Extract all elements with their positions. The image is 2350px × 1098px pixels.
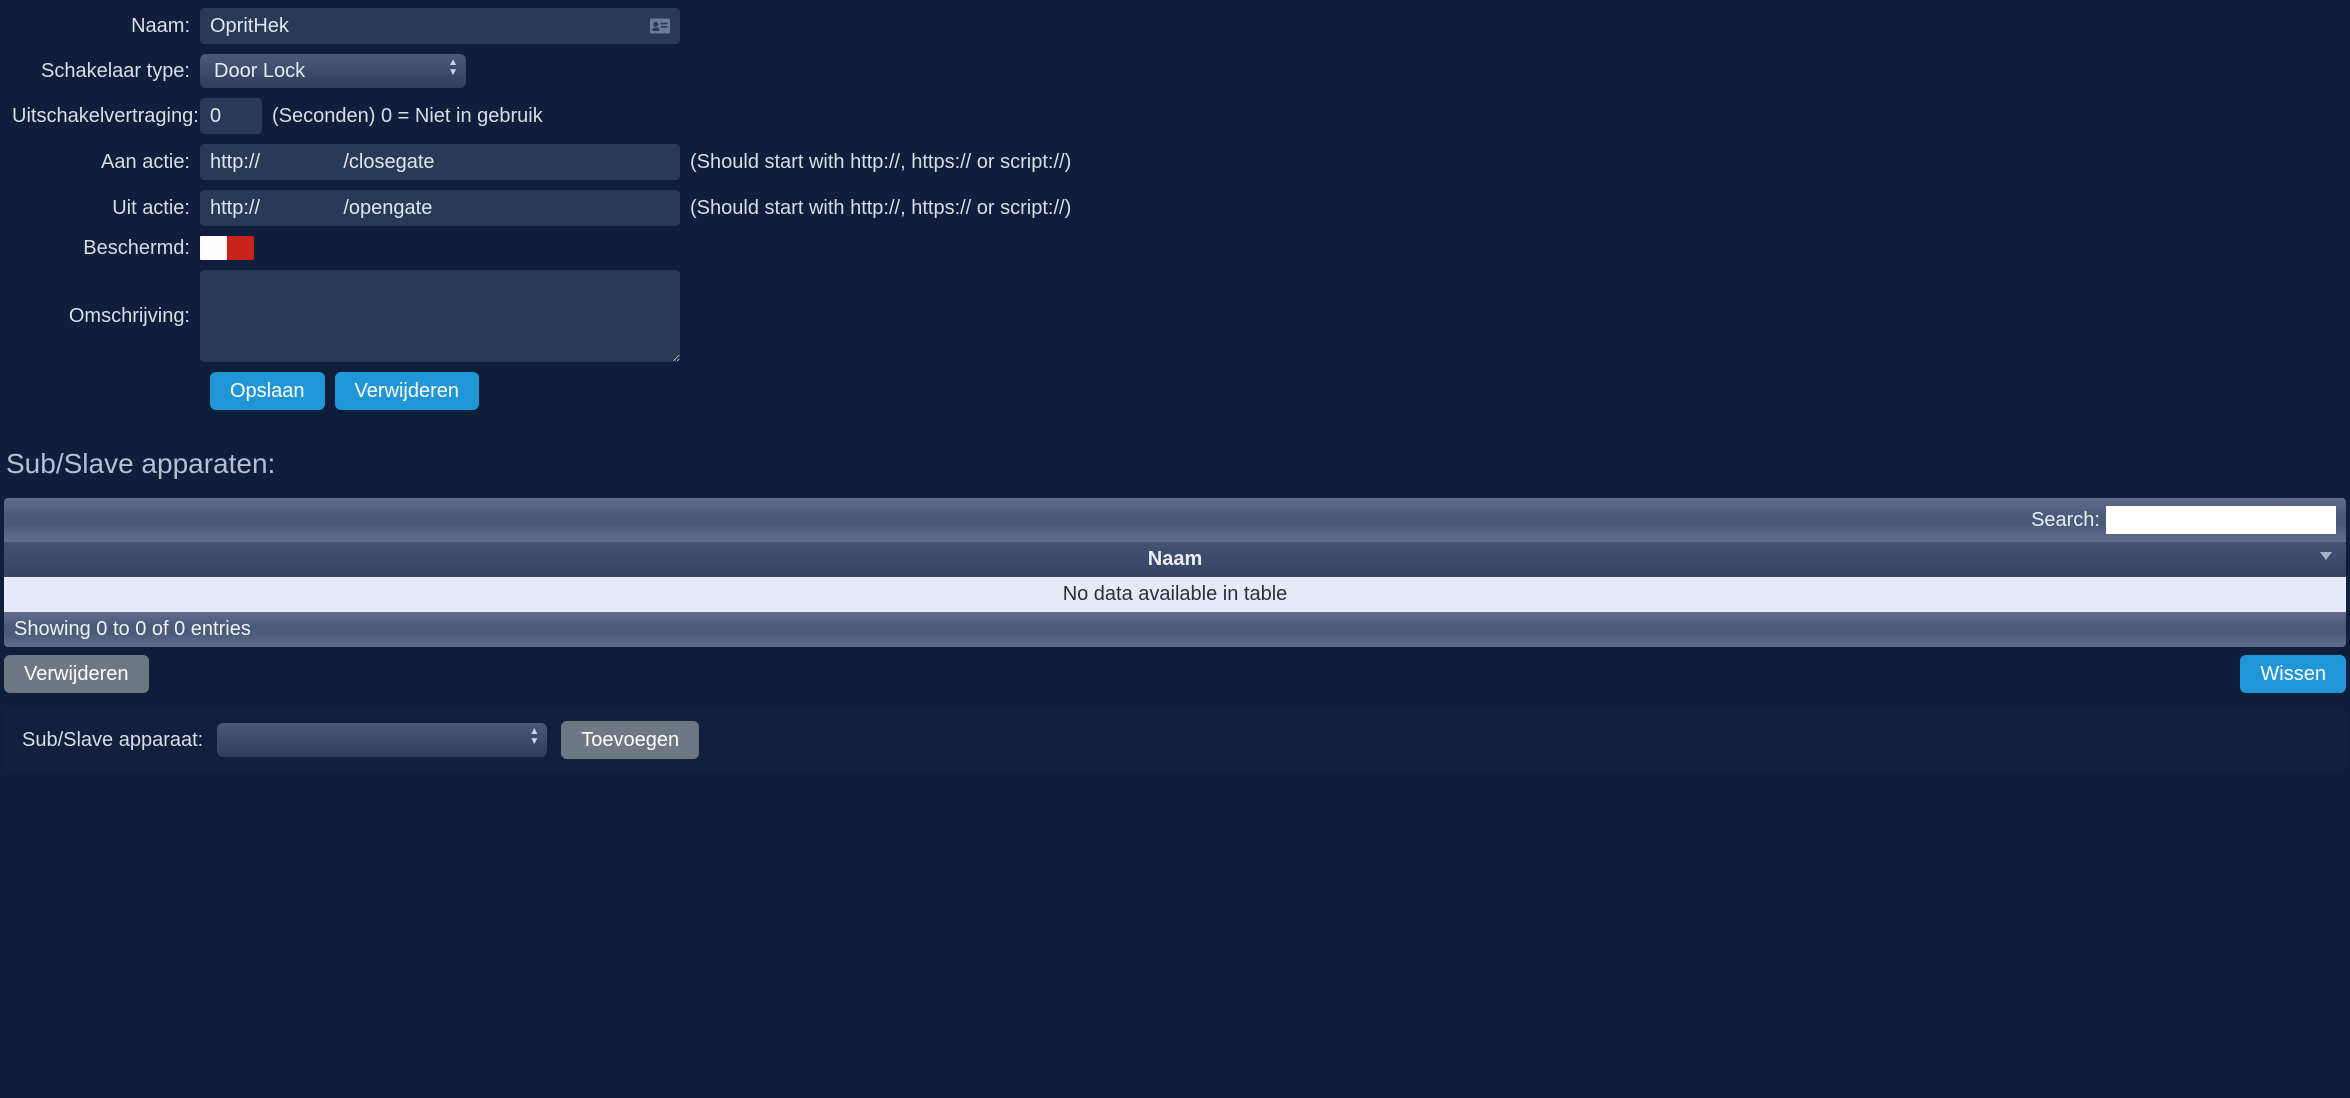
beschermd-toggle[interactable] bbox=[200, 236, 254, 260]
subslave-apparaat-label: Sub/Slave apparaat: bbox=[22, 729, 203, 752]
table-info: Showing 0 to 0 of 0 entries bbox=[4, 612, 2346, 647]
device-form: Naam: Schakelaar type: Door Lock ▲▼ Uits… bbox=[0, 0, 2350, 418]
schakelaar-type-select[interactable]: Door Lock ▲▼ bbox=[200, 54, 466, 88]
contact-card-icon bbox=[650, 18, 670, 34]
label-beschermd: Beschermd: bbox=[12, 237, 200, 260]
toevoegen-button[interactable]: Toevoegen bbox=[561, 721, 699, 759]
naam-input[interactable] bbox=[200, 8, 680, 44]
select-value: Door Lock bbox=[214, 60, 305, 83]
label-aan-actie: Aan actie: bbox=[12, 151, 200, 174]
toggle-knob bbox=[200, 236, 227, 260]
label-omschrijving: Omschrijving: bbox=[12, 305, 200, 328]
chevron-updown-icon: ▲▼ bbox=[529, 727, 539, 747]
label-uit-actie: Uit actie: bbox=[12, 197, 200, 220]
sort-desc-icon bbox=[2320, 552, 2332, 560]
aan-actie-input[interactable] bbox=[200, 144, 680, 180]
uit-actie-input[interactable] bbox=[200, 190, 680, 226]
column-header-naam[interactable]: Naam bbox=[4, 542, 2346, 577]
hint-aan-actie: (Should start with http://, https:// or … bbox=[690, 151, 1071, 174]
hint-uitschakelvertraging: (Seconden) 0 = Niet in gebruik bbox=[272, 105, 543, 128]
search-label: Search: bbox=[2031, 509, 2100, 532]
table-empty-row: No data available in table bbox=[4, 577, 2346, 612]
search-input[interactable] bbox=[2106, 506, 2336, 534]
subslave-verwijderen-button[interactable]: Verwijderen bbox=[4, 655, 149, 693]
subslave-table: Search: Naam No data available in table … bbox=[4, 498, 2346, 647]
opslaan-button[interactable]: Opslaan bbox=[210, 372, 325, 410]
subslave-title: Sub/Slave apparaten: bbox=[6, 448, 2350, 480]
subslave-apparaat-select[interactable]: ▲▼ bbox=[217, 723, 547, 757]
omschrijving-textarea[interactable] bbox=[200, 270, 680, 362]
uitschakelvertraging-input[interactable] bbox=[200, 98, 262, 134]
label-uitschakelvertraging: Uitschakelvertraging: bbox=[12, 105, 200, 128]
label-naam: Naam: bbox=[12, 15, 200, 38]
hint-uit-actie: (Should start with http://, https:// or … bbox=[690, 197, 1071, 220]
label-schakelaar-type: Schakelaar type: bbox=[12, 60, 200, 83]
wissen-button[interactable]: Wissen bbox=[2240, 655, 2346, 693]
verwijderen-button[interactable]: Verwijderen bbox=[335, 372, 480, 410]
chevron-updown-icon: ▲▼ bbox=[448, 58, 458, 78]
